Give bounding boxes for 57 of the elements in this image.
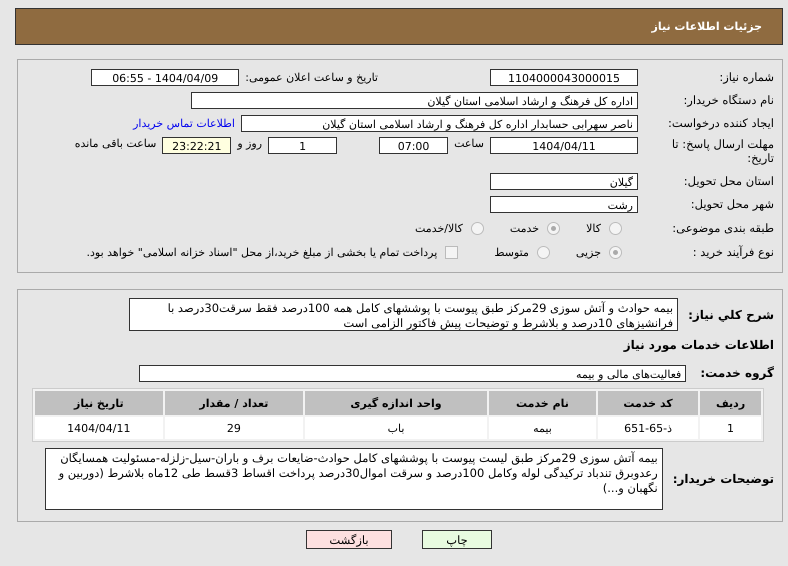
field-label: مهلت ارسال پاسخ: تا تاریخ: [670, 137, 774, 165]
field-label: نوع فرآیند خرید : [692, 245, 774, 259]
buyer-contact-link[interactable]: اطلاعات تماس خریدار [133, 116, 235, 130]
column-header: کد خدمت [598, 391, 698, 415]
checkbox[interactable] [445, 246, 458, 258]
column-header: ردیف [700, 391, 761, 415]
checkbox-label: پرداخت تمام یا بخشی از مبلغ خرید،از محل "اسناد خزانه اسلامی" خواهد بود. [86, 246, 438, 258]
field-label: نام دستگاه خریدار: [682, 93, 774, 107]
field-value: 1 [268, 137, 338, 154]
back-button[interactable]: بازگشت [306, 530, 392, 549]
radio-button[interactable] [470, 222, 484, 234]
radio-label: جزیی [576, 246, 601, 258]
summary-textarea[interactable]: بیمه حوادث و آتش سوزی 29مرکز طبق پیوست با پوششهای کامل همه 100درصد فقط سرقت30درصد با فرانشیزهای 10درصد و بلاشرط و توضیحات پیش فاکتور الزامی است [129, 298, 678, 331]
field-value: 1404/04/09 - 06:55 [91, 68, 240, 86]
radio-button[interactable] [536, 246, 550, 258]
field-label: استان محل تحویل: [682, 174, 774, 188]
table-cell: ذ-65-651 [598, 417, 698, 439]
table-cell: 1404/04/11 [35, 417, 163, 439]
column-header: نام خدمت [488, 391, 596, 415]
radio-button[interactable] [547, 222, 560, 234]
field-value: رشت [490, 196, 638, 212]
field-label: توضیحات خریدار: [672, 472, 774, 486]
field-value: فعالیت‌های مالی و بیمه [139, 364, 686, 382]
field-label: شماره نیاز: [718, 70, 774, 84]
field-label: ساعت باقی مانده [74, 137, 156, 150]
notes-textarea[interactable]: بیمه آتش سوزی 29مرکز طبق لیست پیوست با پوششهای کامل حوادث-ضایعات برف و باران-سیل-زلزله-مسئولیت همسایگان رعدوبرق تندباد ترکیدگی لوله وکامل 100درصد و سرقت اموال30درصد پرداخت اقساط 3قسط طی 12ماه بلاشرط (دوربین و نگهبان و...) [44, 448, 663, 510]
column-header: تاریخ نیاز [35, 391, 163, 415]
field-value: 1404/04/11 [490, 137, 638, 154]
radio-button[interactable] [609, 246, 622, 258]
field-label: ساعت [454, 137, 484, 150]
radio-label: خدمت [510, 222, 540, 234]
field-label: طبقه بندی موضوعی: [671, 221, 774, 235]
field-label: ایجاد کننده درخواست: [667, 116, 774, 130]
field-label: شرح کلي نياز: [688, 308, 774, 322]
field-value: اداره کل فرهنگ و ارشاد اسلامی استان گیلان [191, 92, 638, 108]
radio-label: متوسط [494, 246, 529, 258]
field-label: گروه خدمت: [700, 366, 774, 380]
field-value: گیلان [490, 172, 638, 190]
field-value: 07:00 [379, 137, 448, 154]
column-header: واحد اندازه گیری [305, 391, 487, 415]
field-label: روز و [237, 137, 262, 150]
field-value: 1104000043000015 [490, 68, 638, 86]
table-cell: 29 [164, 417, 304, 439]
table-cell: 1 [700, 417, 761, 439]
print-button[interactable]: چاپ [422, 530, 492, 549]
radio-label: کالا/خدمت [415, 222, 463, 234]
field-value: ناصر سهرابی حسابدار اداره کل فرهنگ و ارشاد اسلامی استان گیلان [241, 114, 638, 132]
table-cell: باب [305, 417, 487, 439]
table-cell: بیمه [488, 417, 596, 439]
page-title: جزئیات اطلاعات نیاز [652, 20, 762, 33]
field-label: شهر محل تحویل: [690, 197, 774, 211]
countdown-value: 23:22:21 [162, 137, 232, 154]
field-label: تاریخ و ساعت اعلان عمومی: [245, 70, 378, 84]
radio-label: کالا [586, 222, 601, 234]
column-header: تعداد / مقدار [164, 391, 304, 415]
radio-button[interactable] [609, 222, 622, 234]
section-heading: اطلاعات خدمات مورد نیاز [624, 338, 774, 352]
